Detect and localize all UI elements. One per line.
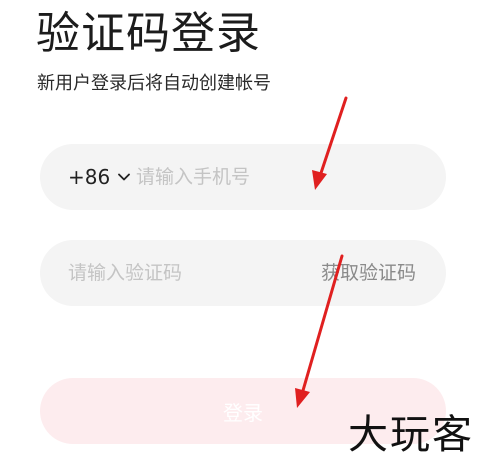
phone-input[interactable]: [136, 144, 426, 210]
verification-code-input[interactable]: [68, 240, 298, 306]
page-title: 验证码登录: [36, 8, 261, 59]
chevron-down-icon: [118, 173, 131, 181]
country-code-selector[interactable]: +86: [68, 144, 132, 210]
page-subtitle: 新用户登录后将自动创建帐号: [37, 73, 271, 94]
country-code-label: +86: [68, 165, 111, 189]
get-code-button[interactable]: 获取验证码: [321, 240, 416, 306]
verification-code-field: 获取验证码: [40, 240, 446, 306]
phone-field: +86: [40, 144, 446, 210]
watermark-logo: 大玩客: [348, 412, 474, 458]
